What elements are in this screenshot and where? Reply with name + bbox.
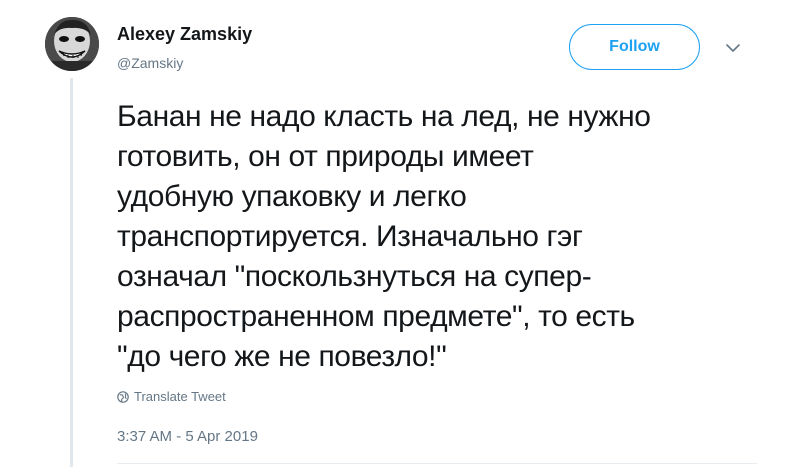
tweet-timestamp[interactable]: 3:37 AM - 5 Apr 2019 (117, 428, 258, 445)
translate-label: Translate Tweet (134, 389, 226, 404)
thread-line (70, 78, 73, 467)
author-name[interactable]: Alexey Zamskiy (117, 24, 252, 45)
chevron-down-icon (726, 44, 740, 52)
follow-button[interactable]: Follow (569, 24, 700, 70)
avatar[interactable] (45, 17, 99, 71)
globe-icon (117, 390, 129, 403)
translate-tweet-link[interactable]: Translate Tweet (117, 389, 226, 404)
author-handle[interactable]: @Zamskiy (117, 55, 183, 71)
more-options-button[interactable] (723, 38, 743, 58)
avatar-image (45, 17, 99, 71)
tweet-text: Банан не надо класть на лед, не нужно го… (117, 100, 651, 373)
tweet-card: Alexey Zamskiy @Zamskiy Follow Банан не … (0, 0, 790, 467)
divider (117, 463, 757, 464)
